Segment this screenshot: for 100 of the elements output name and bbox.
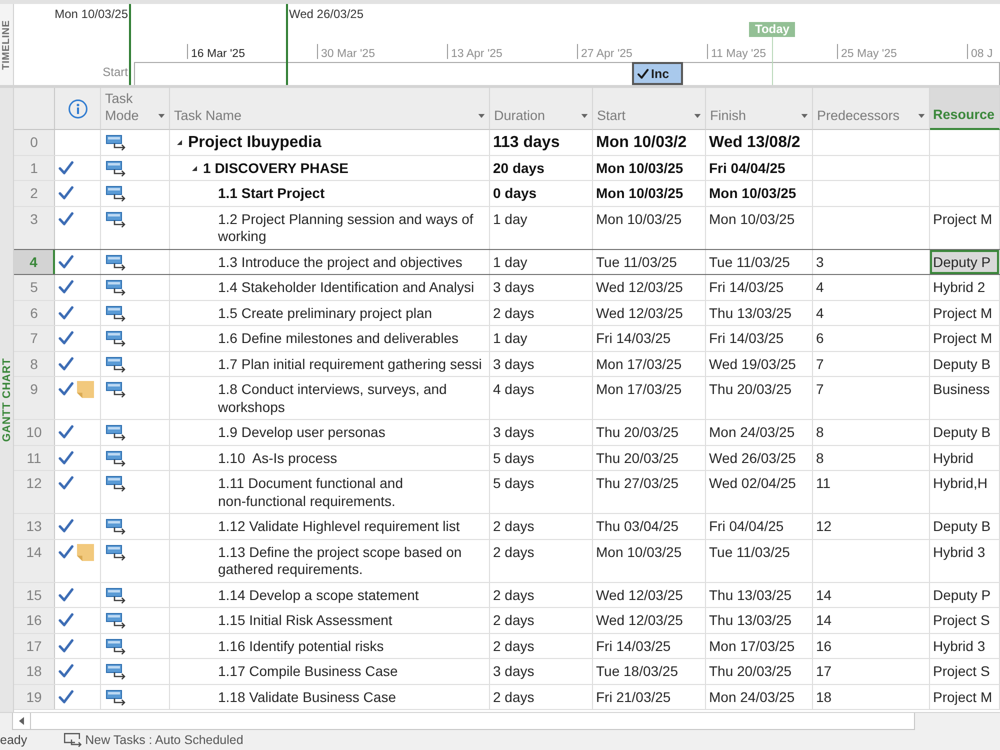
column-header[interactable] [55,88,101,130]
note-icon[interactable] [77,381,94,398]
timeline-finish-date: Wed 26/03/25 [289,7,364,21]
bar-arrow-icon [106,588,126,604]
duration-value: 2 days [490,582,593,607]
triangle-icon[interactable] [177,140,182,146]
row-number[interactable]: 0 [14,130,55,154]
task-name: Project Ibuypedia [188,134,322,152]
task-name: 1.14 Develop a scope statement [218,586,419,604]
task-name: 1.11 Document functional and non-functional requirements. [218,475,404,510]
resource-name: Hybrid,H [930,471,1000,513]
row-number[interactable]: 11 [14,446,55,470]
duration-value: 5 days [490,471,593,513]
row-number[interactable]: 19 [14,684,55,709]
start-date: Mon 10/03/25 [593,156,706,180]
note-icon[interactable] [77,544,94,560]
duration-value: 20 days [490,156,593,180]
duration-value: 1 day [490,250,593,274]
box-arrow-icon [64,733,82,747]
finish-date: Fri 04/04/25 [706,514,813,538]
finish-date: Mon 24/03/25 [706,420,813,444]
resource-name: Hybrid 3 [930,540,1000,582]
column-header[interactable]: Predecessors [813,88,930,130]
bar-arrow-icon [106,160,126,176]
start-date: Wed 12/03/25 [593,275,706,300]
column-header[interactable]: Duration [490,88,593,130]
triangle-icon[interactable] [192,166,197,171]
start-date: Thu 03/04/25 [593,514,706,538]
finish-date: Wed 19/03/25 [706,352,813,376]
column-header[interactable]: Finish [706,88,813,130]
row-number[interactable]: 15 [14,582,55,607]
bar-arrow-icon [106,476,126,492]
duration-value: 3 days [490,420,593,444]
bar-arrow-icon [106,638,126,654]
row-number[interactable]: 10 [14,420,55,444]
status-text: eady [0,733,28,747]
predecessor-id: 11 [813,471,930,513]
task-name: 1.16 Identify potential risks [218,638,384,655]
resource-name: Deputy B [930,514,1000,538]
task-name: 1.17 Compile Business Case [218,663,398,680]
row-number[interactable]: 16 [14,608,55,632]
resource-name: Business [930,377,1000,419]
predecessor-id: 6 [813,326,930,350]
column-header[interactable]: Task Name [170,88,490,130]
duration-value: 113 days [490,130,593,154]
bar-arrow-icon [106,382,126,398]
task-name: 1 DISCOVERY PHASE [203,160,349,177]
row-number[interactable]: 14 [14,540,55,582]
row-number[interactable]: 3 [14,206,55,248]
row-number[interactable]: 4 [14,250,55,274]
finish-date: Thu 13/03/25 [706,608,813,632]
bar-arrow-icon [106,613,126,629]
start-date: Wed 12/03/25 [593,582,706,607]
resource-name: Hybrid 3 [930,634,1000,658]
task-name: 1.1 Start Project [218,185,325,202]
finish-date: Tue 11/03/25 [706,540,813,582]
finish-date: Thu 20/03/25 [706,659,813,684]
row-number[interactable]: 17 [14,634,55,658]
timeline-task[interactable]: Inc [632,62,683,85]
row-number[interactable]: 12 [14,471,55,513]
predecessor-id: 7 [813,352,930,376]
row-number[interactable]: 8 [14,352,55,376]
duration-value: 3 days [490,275,593,300]
start-date: Tue 11/03/25 [593,250,706,274]
predecessor-id: 17 [813,659,930,684]
predecessor-id: 8 [813,446,930,470]
resource-name: Project S [930,608,1000,632]
scale-label: 30 Mar '25 [321,47,375,61]
column-header[interactable]: Resource [930,88,1000,130]
column-header[interactable]: Start [593,88,706,130]
today-line [772,37,773,85]
row-number[interactable]: 6 [14,300,55,325]
finish-date: Thu 20/03/25 [706,377,813,419]
start-date: Thu 20/03/25 [593,446,706,470]
duration-value: 3 days [490,659,593,684]
task-name: 1.10 As-Is process [218,450,338,467]
start-date: Mon 10/03/25 [593,540,706,582]
predecessor-id: 8 [813,420,930,444]
scale-label: 08 J [971,47,993,61]
row-number[interactable]: 1 [14,156,55,180]
duration-value: 0 days [490,181,593,206]
finish-date: Fri 04/04/25 [706,156,813,180]
view-label: TIMELINE [0,20,12,70]
row-number[interactable]: 13 [14,514,55,538]
finish-date: Mon 17/03/25 [706,634,813,658]
row-number[interactable]: 2 [14,181,55,206]
start-date: Mon 10/03/25 [593,181,706,206]
bar-arrow-icon [106,690,126,706]
column-header[interactable]: Task Mode [101,88,170,130]
left-triangle-icon [19,717,24,725]
finish-date: Thu 13/03/25 [706,582,813,607]
duration-value: 3 days [490,352,593,376]
finish-date: Wed 13/08/2 [706,130,813,154]
row-number[interactable]: 9 [14,377,55,419]
resource-name: Deputy B [930,420,1000,444]
row-number[interactable]: 18 [14,659,55,684]
task-name: 1.3 Introduce the project and objectives [218,254,462,271]
row-number[interactable]: 7 [14,326,55,350]
new-tasks-button[interactable]: New Tasks : Auto Scheduled [64,733,244,747]
row-number[interactable]: 5 [14,275,55,300]
